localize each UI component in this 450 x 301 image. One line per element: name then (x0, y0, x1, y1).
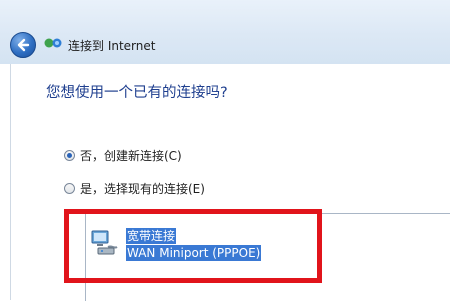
radio-create-new[interactable] (64, 150, 75, 161)
title-bar (0, 0, 450, 64)
option-create-new-label: 否，创建新连接(C) (80, 149, 182, 163)
network-globe-icon (44, 38, 62, 48)
question-heading: 您想使用一个已有的连接吗? (46, 85, 228, 101)
option-use-existing[interactable]: 是，选择现有的连接(E) (64, 180, 205, 197)
back-arrow-icon (17, 38, 30, 52)
back-button[interactable] (10, 32, 36, 58)
window-title: 连接到 Internet (68, 39, 156, 53)
option-create-new[interactable]: 否，创建新连接(C) (64, 147, 182, 164)
option-use-existing-label: 是，选择现有的连接(E) (80, 182, 205, 196)
radio-use-existing[interactable] (64, 183, 75, 194)
highlight-annotation-box (64, 209, 322, 283)
